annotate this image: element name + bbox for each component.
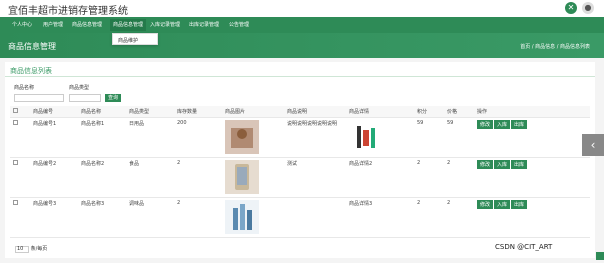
panel-title: 商品信息列表: [10, 67, 52, 75]
cell: 测试: [284, 157, 346, 198]
product-type-label: 商品类型: [69, 85, 90, 91]
nav-item-product-management-active[interactable]: 商品信息管理: [110, 19, 147, 31]
cell: 商品编号3: [30, 197, 78, 238]
product-image-thumbnail: [225, 200, 259, 234]
breadcrumb: 首页 / 商品信息 / 商品信息列表: [520, 44, 590, 50]
product-image-cell: [222, 197, 284, 238]
row-checkbox[interactable]: [10, 197, 30, 238]
pagination: 10 条/每页: [15, 245, 47, 253]
cell: 商品编号1: [30, 117, 78, 158]
settings-icon[interactable]: ✕: [565, 2, 577, 14]
table-row: 商品编号3 商品名称3 调味品 2 商品详情3 2 2 修改 入库 出库: [10, 197, 590, 238]
top-navigation: 个人中心 用户管理 商品信息管理 商品信息管理 入库记录管理 出库记录管理 公告…: [0, 17, 604, 33]
cell: 200: [174, 117, 222, 158]
inbound-button[interactable]: 入库: [494, 200, 511, 209]
nav-item-user-management[interactable]: 用户管理: [40, 19, 66, 31]
product-table: 商品编号 商品名称 商品类型 库存数量 商品图片 商品说明 商品详情 积分 价格…: [10, 106, 590, 238]
nav-item-product-management[interactable]: 商品信息管理: [69, 19, 105, 31]
outbound-button[interactable]: 出库: [511, 120, 528, 129]
cell: 2: [174, 197, 222, 238]
cell: 2: [414, 157, 444, 198]
product-list-panel: 商品信息列表 商品名称 商品类型 查询 商品编号 商品名称 商品类型 库存数量 …: [5, 62, 595, 258]
row-checkbox[interactable]: [10, 117, 30, 158]
page-size-select[interactable]: 10: [15, 246, 29, 253]
chevron-left-icon[interactable]: ‹: [582, 134, 604, 156]
cell: 商品名称1: [78, 117, 126, 158]
product-image-cell: [222, 117, 284, 158]
column-header: 商品详情: [346, 106, 414, 118]
scroll-top-button[interactable]: [596, 252, 604, 260]
cell: 食品: [126, 157, 174, 198]
nav-item-announcements[interactable]: 公告管理: [226, 19, 252, 31]
row-checkbox[interactable]: [10, 157, 30, 198]
column-header: 商品编号: [30, 106, 78, 118]
row-actions: 修改 入库 出库: [474, 117, 590, 158]
cell: 商品名称2: [78, 157, 126, 198]
product-image-thumbnail: [225, 160, 259, 194]
column-header: 价格: [444, 106, 474, 118]
cell: 商品详情2: [346, 157, 414, 198]
cell: 说明说明说明说明说明: [284, 117, 346, 158]
product-image-cell: [222, 157, 284, 198]
row-actions: 修改 入库 出库: [474, 157, 590, 198]
product-name-input[interactable]: [14, 94, 64, 102]
nav-item-outbound-records[interactable]: 出库记录管理: [186, 19, 222, 31]
inbound-button[interactable]: 入库: [494, 160, 511, 169]
user-icon[interactable]: ●: [582, 2, 594, 14]
cell: 59: [414, 117, 444, 158]
product-detail-cell: [346, 117, 414, 158]
outbound-button[interactable]: 出库: [511, 160, 528, 169]
select-all-checkbox[interactable]: [10, 106, 30, 118]
edit-button[interactable]: 修改: [477, 120, 494, 129]
cell: [284, 197, 346, 238]
cell: 2: [444, 157, 474, 198]
inbound-button[interactable]: 入库: [494, 120, 511, 129]
nav-item-personal-center[interactable]: 个人中心: [9, 19, 35, 31]
app-title: 宜佰丰超市进销存管理系统: [8, 6, 128, 17]
page-size-suffix: 条/每页: [30, 246, 48, 252]
panel-divider: [5, 76, 595, 77]
column-header: 商品类型: [126, 106, 174, 118]
cell: 59: [444, 117, 474, 158]
column-header: 操作: [474, 106, 590, 118]
cell: 2: [444, 197, 474, 238]
cell: 商品详情3: [346, 197, 414, 238]
page-title: 商品信息管理: [8, 42, 56, 51]
product-name-label: 商品名称: [14, 85, 35, 91]
outbound-button[interactable]: 出库: [511, 200, 528, 209]
column-header: 商品说明: [284, 106, 346, 118]
table-row: 商品编号1 商品名称1 日用品 200 说明说明说明说明说明 59 59 修改 …: [10, 117, 590, 158]
edit-button[interactable]: 修改: [477, 160, 494, 169]
cell: 2: [174, 157, 222, 198]
column-header: 商品图片: [222, 106, 284, 118]
page-header: 商品信息管理 首页 / 商品信息 / 商品信息列表: [0, 33, 604, 58]
content-area: 商品信息列表 商品名称 商品类型 查询 商品编号 商品名称 商品类型 库存数量 …: [0, 58, 604, 263]
nav-dropdown-menu: 商品维护: [112, 33, 158, 45]
product-type-select[interactable]: [69, 94, 101, 102]
cell: 调味品: [126, 197, 174, 238]
search-button[interactable]: 查询: [105, 94, 121, 102]
product-image-thumbnail: [225, 120, 259, 154]
column-header: 商品名称: [78, 106, 126, 118]
product-detail-image: [349, 120, 383, 154]
cell: 2: [414, 197, 444, 238]
column-header: 库存数量: [174, 106, 222, 118]
cell: 商品编号2: [30, 157, 78, 198]
watermark: CSDN @CIT_ART: [495, 243, 553, 251]
column-header: 积分: [414, 106, 444, 118]
table-row: 商品编号2 商品名称2 食品 2 测试 商品详情2 2 2 修改 入库 出库: [10, 157, 590, 198]
cell: 日用品: [126, 117, 174, 158]
table-header-row: 商品编号 商品名称 商品类型 库存数量 商品图片 商品说明 商品详情 积分 价格…: [10, 106, 590, 118]
top-bar: 宜佰丰超市进销存管理系统 ✕ ●: [0, 0, 604, 17]
edit-button[interactable]: 修改: [477, 200, 494, 209]
row-actions: 修改 入库 出库: [474, 197, 590, 238]
nav-item-inbound-records[interactable]: 入库记录管理: [147, 19, 183, 31]
cell: 商品名称3: [78, 197, 126, 238]
dropdown-item-product-maintenance[interactable]: 商品维护: [118, 37, 138, 44]
